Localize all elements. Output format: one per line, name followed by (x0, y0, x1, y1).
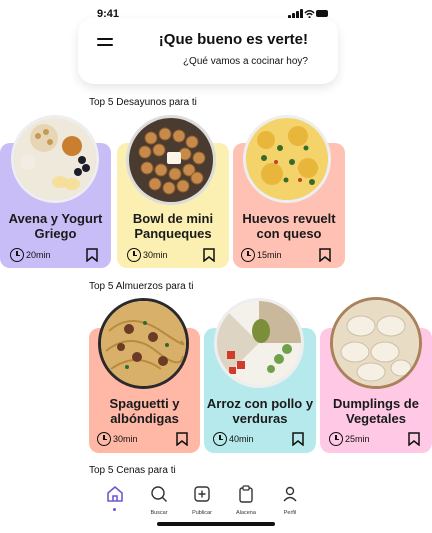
tab-profile[interactable]: Perfil (275, 485, 305, 516)
card-time: 30min (97, 432, 138, 446)
clock-icon (329, 432, 343, 446)
card-time: 25min (329, 432, 370, 446)
greeting-subtitle: ¿Qué vamos a cocinar hoy? (182, 56, 308, 67)
pancakes-photo (126, 115, 216, 205)
card-title: Huevos revuelt con queso (242, 211, 336, 241)
active-tab-indicator (113, 508, 116, 511)
user-icon (283, 486, 297, 502)
clock-icon (127, 248, 141, 262)
bottom-tab-bar: Buscar Publicar Alacena Perfil (100, 485, 300, 516)
clock-icon (241, 248, 255, 262)
search-icon (151, 486, 167, 502)
tab-publish[interactable]: Publicar (187, 485, 217, 516)
bookmark-icon[interactable] (203, 248, 215, 262)
bookmark-icon[interactable] (408, 432, 420, 446)
dumplings-photo (330, 297, 422, 389)
plus-square-icon (194, 486, 210, 502)
home-indicator (157, 522, 275, 526)
card-time: 15min (241, 248, 282, 262)
card-time: 20min (10, 248, 51, 262)
card-title: Bowl de mini Panqueques (132, 211, 214, 241)
card-title: Arroz con pollo y verduras (206, 396, 314, 426)
card-title: Spaguetti y albóndigas (109, 396, 180, 426)
home-icon (107, 486, 123, 502)
lunch-section-title: Top 5 Almuerzos para ti (89, 281, 194, 292)
card-title: Avena y Yogurt Griego (8, 211, 103, 241)
breakfast-section-title: Top 5 Desayunos para ti (89, 97, 197, 108)
tab-pantry[interactable]: Alacena (231, 485, 261, 516)
greeting-card (78, 18, 338, 84)
card-title: Dumplings de Vegetales (333, 396, 419, 426)
greeting-title: ¡Que bueno es verte! (158, 31, 308, 48)
eggs-photo (243, 115, 331, 203)
dinner-section-title: Top 5 Cenas para ti (89, 465, 176, 476)
menu-icon[interactable] (97, 38, 113, 47)
clock-icon (213, 432, 227, 446)
oatmeal-photo (11, 115, 99, 203)
tab-search[interactable]: Buscar (144, 485, 174, 516)
bookmark-icon[interactable] (86, 248, 98, 262)
card-time: 30min (127, 248, 168, 262)
card-time: 40min (213, 432, 254, 446)
spaghetti-photo (98, 298, 189, 389)
clipboard-icon (239, 485, 253, 503)
clock-icon (10, 248, 24, 262)
tab-home[interactable] (100, 485, 130, 511)
rice-chicken-photo (214, 298, 304, 388)
clock-icon (97, 432, 111, 446)
bookmark-icon[interactable] (292, 432, 304, 446)
battery-icon (316, 10, 328, 17)
bookmark-icon[interactable] (176, 432, 188, 446)
bookmark-icon[interactable] (319, 248, 331, 262)
